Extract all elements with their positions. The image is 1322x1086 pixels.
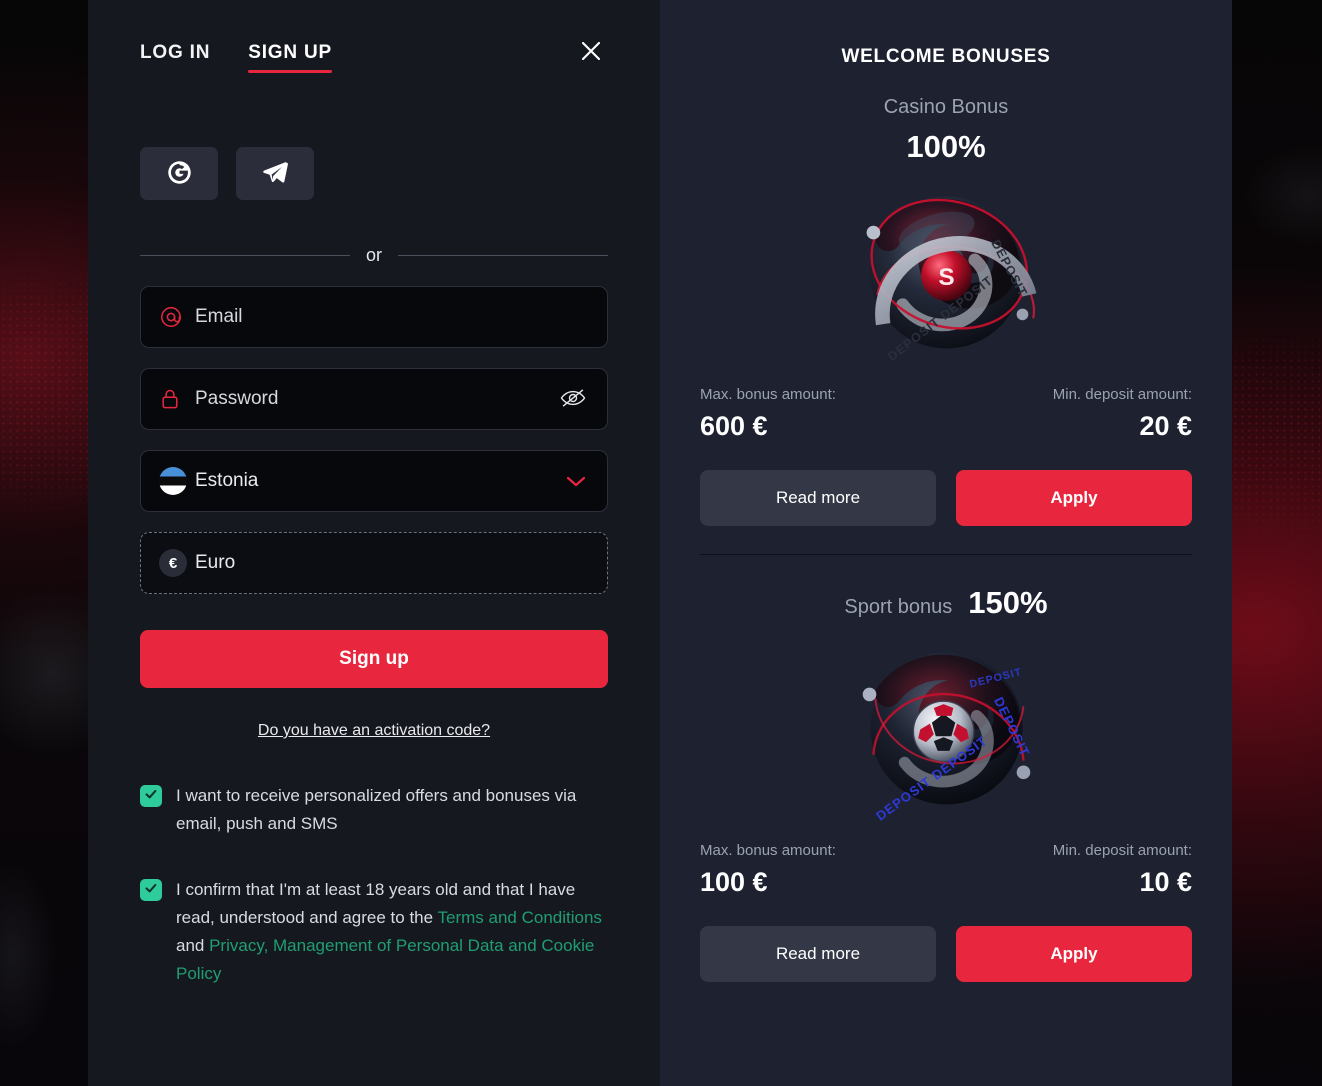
bonus-casino-percent: 100% [906, 129, 986, 164]
eye-off-icon [559, 386, 587, 413]
bonus-card-casino: Casino Bonus 100% S DEPOSIT DEPOSIT DEPO… [700, 96, 1192, 526]
currency-value: Euro [195, 552, 236, 573]
google-login-button[interactable] [140, 147, 218, 200]
activation-code-link[interactable]: Do you have an activation code? [140, 722, 608, 740]
tab-log-in[interactable]: LOG IN [140, 42, 210, 73]
sign-up-submit-button[interactable]: Sign up [140, 630, 608, 688]
social-login-row [140, 147, 608, 200]
bonus-divider [700, 554, 1192, 555]
consent-marketing-row: I want to receive personalized offers an… [140, 782, 608, 838]
or-divider: or [140, 245, 609, 266]
terms-and-conditions-link[interactable]: Terms and Conditions [438, 908, 602, 927]
bonus-sport-head: Sport bonus 150% [700, 585, 1192, 621]
telegram-login-button[interactable] [236, 147, 314, 200]
svg-text:S: S [938, 264, 954, 291]
bonus-casino-graphic: S DEPOSIT DEPOSIT DEPOSIT [700, 175, 1192, 370]
euro-icon: € [159, 549, 189, 577]
flag-estonia-icon [159, 467, 189, 495]
bonus-casino-max: Max. bonus amount: 600 € [700, 386, 836, 442]
bonus-sport-min-value: 10 € [1139, 867, 1192, 897]
consent-terms-row: I confirm that I'm at least 18 years old… [140, 876, 608, 988]
bonus-sport-max: Max. bonus amount: 100 € [700, 842, 836, 898]
auth-modal: LOG IN SIGN UP or Email Password Estonia… [88, 0, 1232, 1086]
bonus-sport-min-label: Min. deposit amount: [1052, 842, 1192, 859]
bonus-sport-graphic: DEPOSIT DEPOSIT DEPOSIT DEPOSIT [700, 631, 1192, 826]
signup-panel: LOG IN SIGN UP or Email Password Estonia… [88, 0, 660, 1086]
telegram-icon [261, 158, 289, 189]
bonus-sport-min: Min. deposit amount: 10 € [1053, 842, 1192, 898]
check-icon [144, 787, 158, 806]
bonus-sport-name: Sport bonus [844, 596, 953, 618]
bonus-sport-apply-button[interactable]: Apply [956, 926, 1192, 982]
or-label: or [366, 245, 383, 265]
bonus-sport-actions: Read more Apply [700, 926, 1192, 982]
check-icon [144, 881, 158, 900]
currency-select[interactable]: € Euro [140, 532, 608, 594]
close-button[interactable] [574, 35, 608, 69]
chevron-down-icon[interactable] [563, 474, 589, 488]
close-icon [579, 39, 603, 66]
password-placeholder: Password [195, 388, 279, 409]
bonuses-title: WELCOME BONUSES [841, 46, 1051, 67]
email-field[interactable]: Email [140, 286, 608, 348]
bonus-sport-amounts: Max. bonus amount: 100 € Min. deposit am… [700, 842, 1192, 898]
lock-icon [159, 387, 189, 411]
auth-tabs: LOG IN SIGN UP [140, 0, 608, 96]
welcome-bonuses-panel: WELCOME BONUSES Casino Bonus 100% S DEPO… [660, 0, 1232, 1086]
bonus-casino-read-more-button[interactable]: Read more [700, 470, 936, 526]
divider-line-right [398, 255, 609, 256]
casino-deposit-orb-icon: S DEPOSIT DEPOSIT DEPOSIT [844, 178, 1049, 368]
sport-deposit-orb-icon: DEPOSIT DEPOSIT DEPOSIT DEPOSIT [844, 634, 1049, 824]
bonus-casino-min-label: Min. deposit amount: [1052, 386, 1192, 403]
country-select[interactable]: Estonia [140, 450, 608, 512]
consent-marketing-checkbox[interactable] [140, 785, 162, 807]
bonus-casino-max-value: 600 € [700, 411, 768, 441]
bonus-casino-actions: Read more Apply [700, 470, 1192, 526]
country-value: Estonia [195, 470, 259, 491]
bonus-casino-min-value: 20 € [1139, 411, 1192, 441]
divider-line-left [140, 255, 350, 256]
bonus-sport-read-more-button[interactable]: Read more [700, 926, 936, 982]
bonus-casino-apply-button[interactable]: Apply [956, 470, 1192, 526]
email-placeholder: Email [195, 306, 243, 327]
bonus-sport-max-label: Max. bonus amount: [700, 842, 836, 859]
privacy-policy-link[interactable]: Privacy, Management of Personal Data and… [176, 936, 594, 983]
at-icon [159, 305, 189, 329]
bonus-card-sport: Sport bonus 150% DEPOSIT DEPOSIT DEPOSIT… [700, 585, 1192, 982]
consent-terms-label: I confirm that I'm at least 18 years old… [176, 876, 608, 988]
consent-terms-checkbox[interactable] [140, 879, 162, 901]
bonus-sport-percent: 150% [968, 585, 1048, 620]
consent-terms-middle: and [176, 936, 210, 955]
bonus-casino-head: Casino Bonus 100% [700, 96, 1192, 165]
bonus-casino-max-label: Max. bonus amount: [700, 386, 836, 403]
bonus-casino-amounts: Max. bonus amount: 600 € Min. deposit am… [700, 386, 1192, 442]
bonus-sport-max-value: 100 € [700, 867, 768, 897]
password-field[interactable]: Password [140, 368, 608, 430]
google-icon [166, 159, 193, 189]
tab-sign-up[interactable]: SIGN UP [248, 42, 332, 73]
consent-marketing-label: I want to receive personalized offers an… [176, 786, 577, 833]
toggle-password-visibility-button[interactable] [557, 386, 589, 413]
bonus-casino-name: Casino Bonus [883, 96, 1009, 118]
bonus-casino-min: Min. deposit amount: 20 € [1053, 386, 1192, 442]
